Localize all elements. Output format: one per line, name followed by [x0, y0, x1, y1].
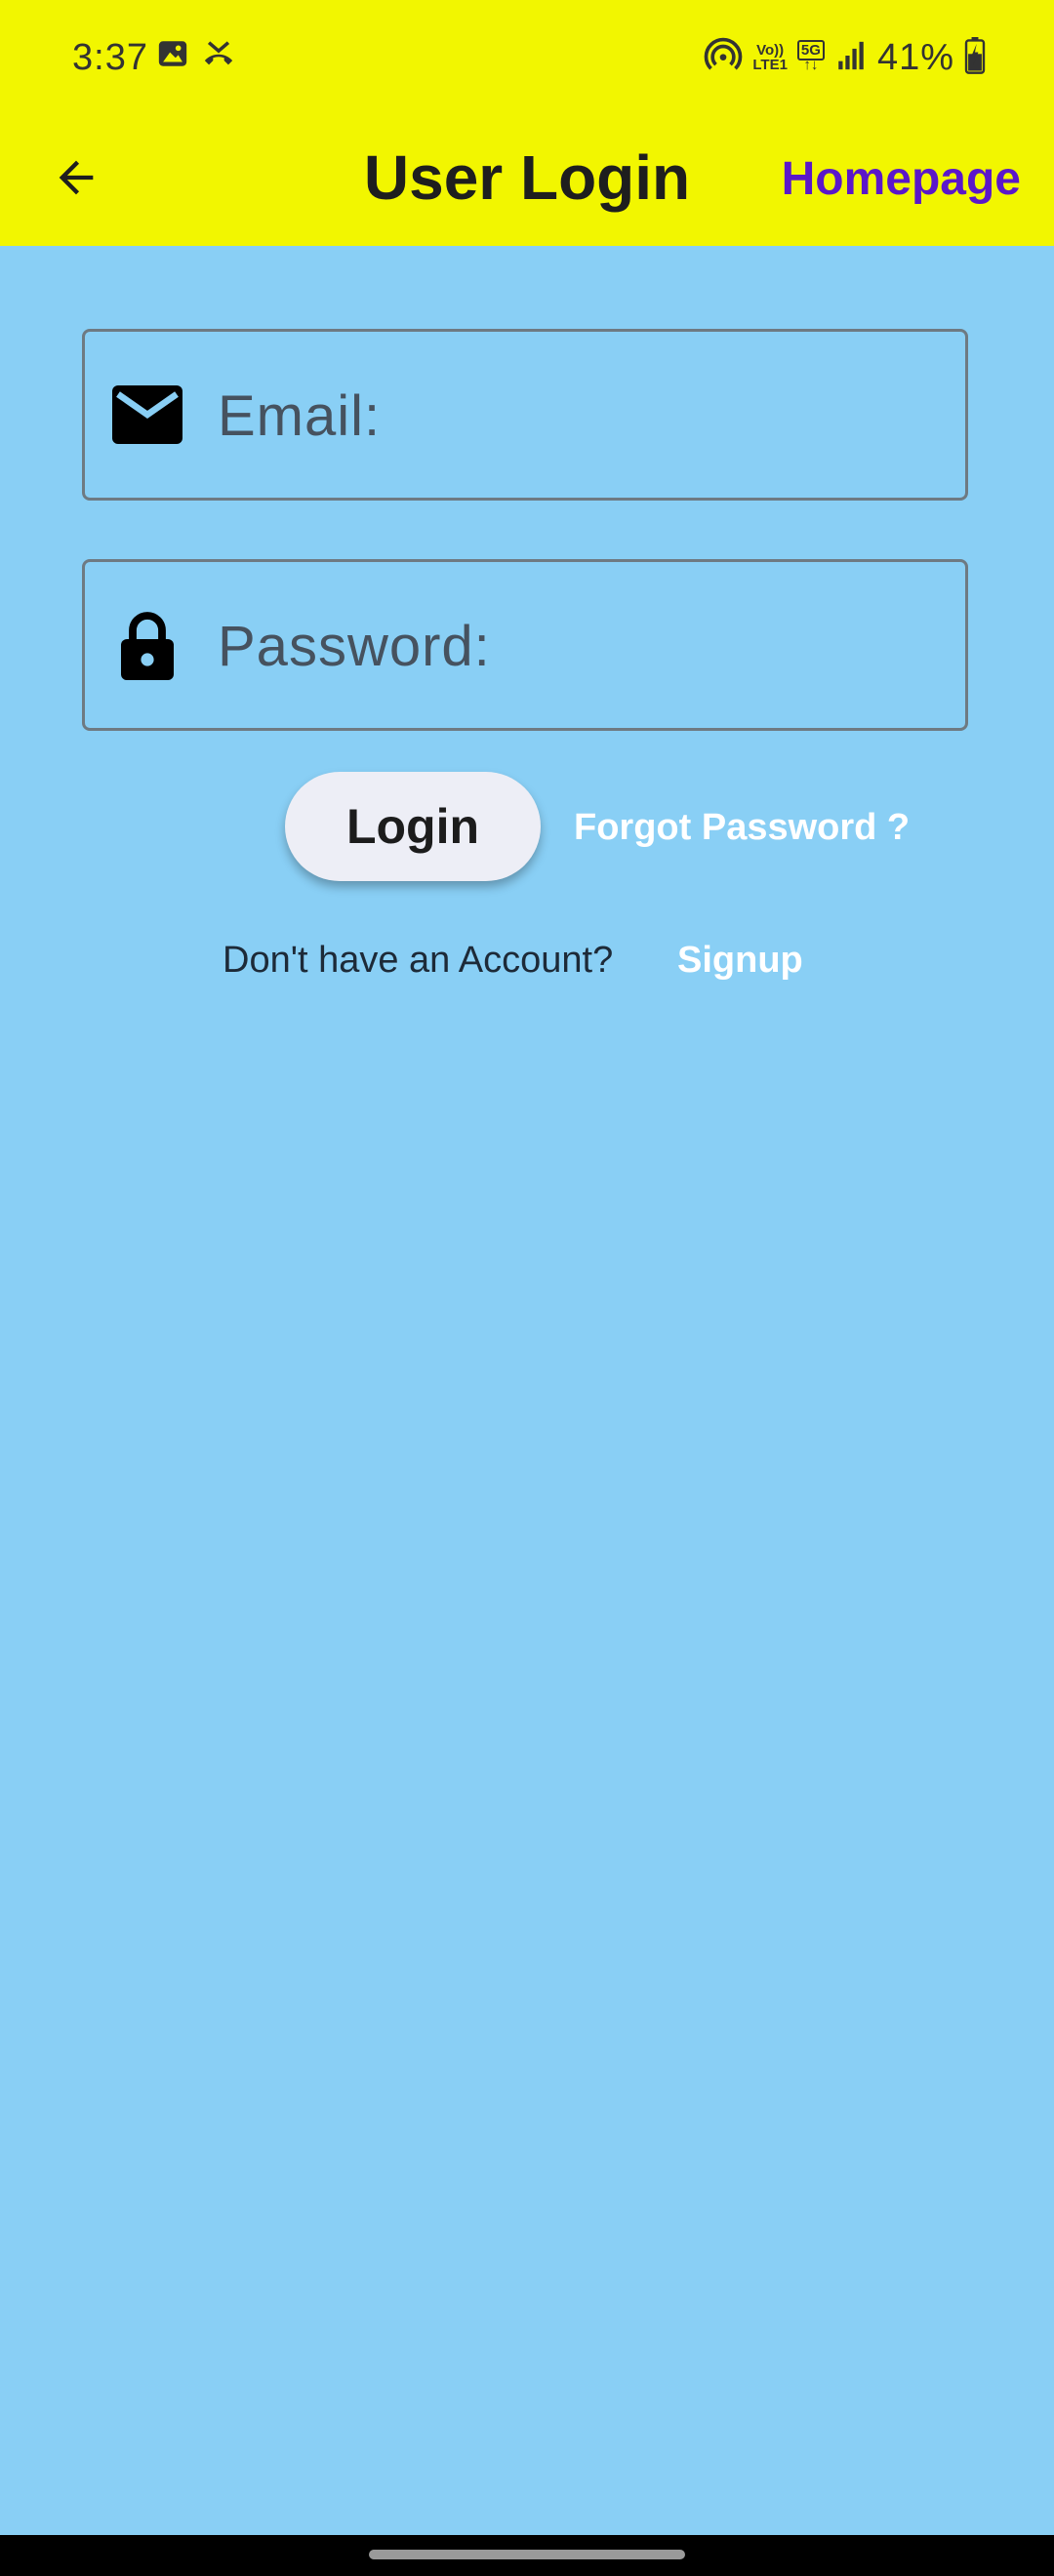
password-input[interactable] [216, 562, 942, 730]
status-notification-icons [156, 37, 236, 75]
status-time: 3:37 [72, 37, 148, 78]
email-field-container[interactable] [82, 329, 968, 501]
signal-icon [834, 39, 868, 77]
homepage-link[interactable]: Homepage [782, 139, 1021, 221]
gallery-icon [156, 37, 189, 75]
login-button[interactable]: Login [285, 772, 541, 881]
email-input[interactable] [216, 332, 942, 500]
home-indicator[interactable] [369, 2550, 685, 2559]
volte-indicator: Vo)) LTE1 [752, 43, 788, 72]
app-bar: User Login Homepage [0, 115, 1054, 246]
no-account-text: Don't have an Account? [223, 940, 614, 981]
forgot-password-link[interactable]: Forgot Password ? [574, 800, 910, 855]
mail-icon [110, 378, 184, 452]
system-nav-bar [0, 2535, 1054, 2576]
signup-link[interactable]: Signup [677, 931, 803, 989]
arrow-left-icon [51, 152, 101, 208]
missed-call-icon [201, 37, 236, 75]
signup-row: Don't have an Account? Signup [0, 931, 1054, 989]
status-system-icons: Vo)) LTE1 5G ↑↓ 41% [704, 29, 986, 86]
back-button[interactable] [37, 135, 115, 224]
password-field-container[interactable] [82, 559, 968, 731]
data-arrows-icon: ↑↓ [803, 57, 819, 73]
hotspot-icon [704, 36, 743, 80]
volte-bottom-text: LTE1 [752, 57, 788, 73]
lock-icon [110, 608, 184, 682]
status-bar: 3:37 Vo)) LTE1 5G ↑↓ 41% [0, 0, 1054, 115]
battery-icon [964, 36, 986, 79]
battery-percent: 41% [876, 36, 954, 78]
network-5g-indicator: 5G ↑↓ [796, 40, 825, 73]
